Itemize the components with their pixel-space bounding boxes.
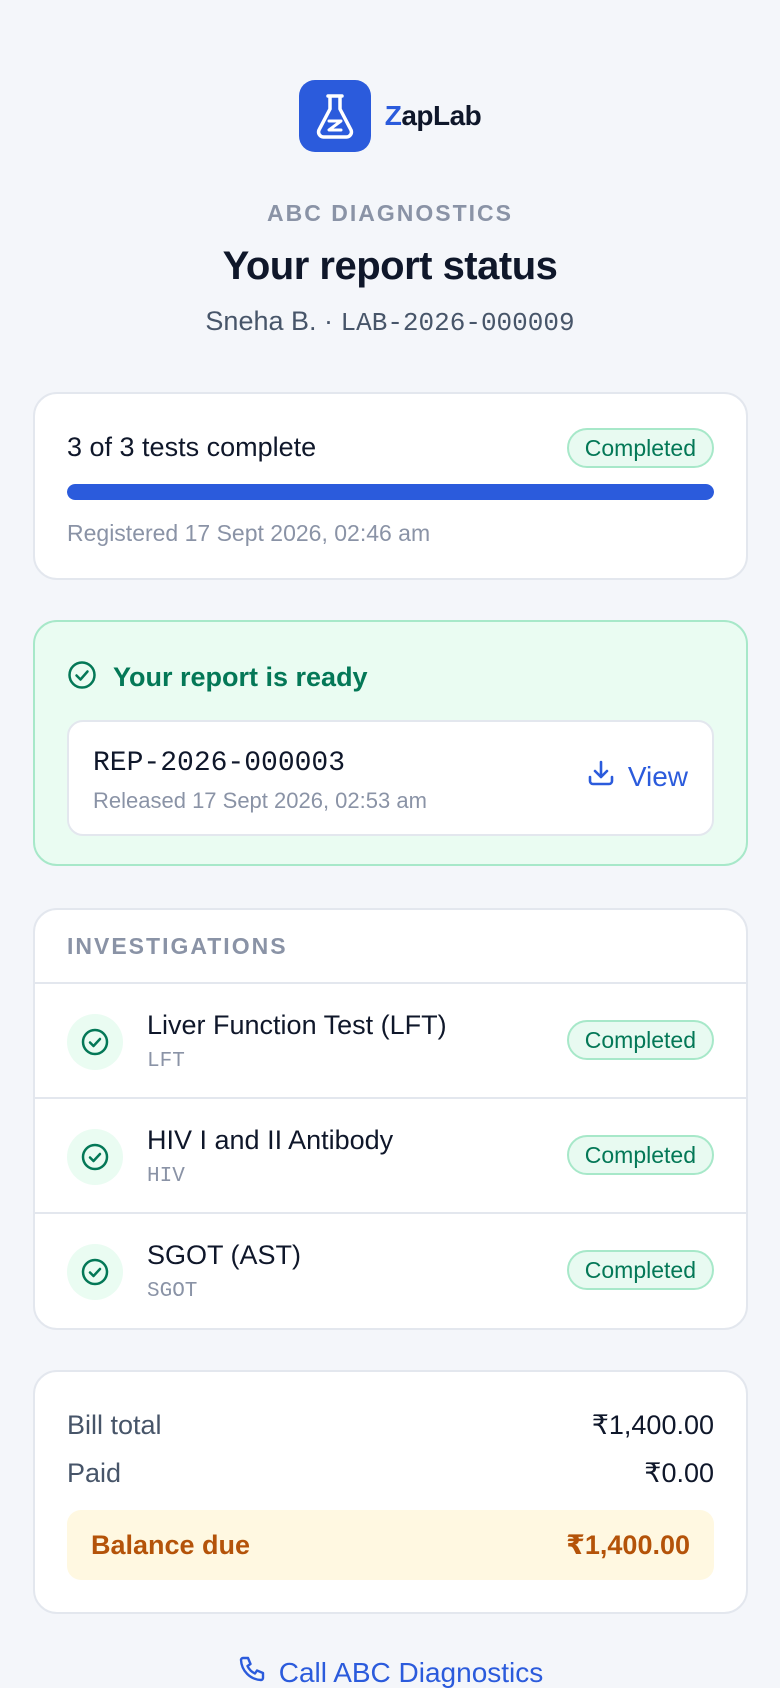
bill-paid-value: ₹0.00 — [644, 1458, 714, 1488]
report-id: REP-2026-000003 — [93, 748, 346, 779]
check-circle-icon — [67, 1129, 123, 1185]
brand-name: ZapLab — [384, 100, 482, 131]
registered-date: Registered 17 Sept 2026, 02:46 am — [67, 520, 431, 546]
status-badge: Completed — [566, 1250, 714, 1290]
progress-fill — [67, 484, 714, 500]
progress-card: 3 of 3 tests complete Completed Register… — [33, 392, 748, 580]
balance-due-value: ₹1,400.00 — [566, 1529, 690, 1560]
report-ready-card: Your report is ready REP-2026-000003 Rel… — [33, 620, 748, 866]
brand: ZapLab — [0, 80, 780, 152]
download-icon — [586, 758, 616, 795]
lab-name: ABC DIAGNOSTICS — [267, 200, 513, 226]
balance-due-label: Balance due — [91, 1529, 251, 1560]
report-ready-header: Your report is ready — [67, 660, 368, 695]
lab-id: LAB-2026-000009 — [340, 308, 575, 338]
flask-icon — [298, 80, 371, 152]
report-item: REP-2026-000003 Released 17 Sept 2026, 0… — [67, 720, 714, 836]
report-ready-title: Your report is ready — [113, 662, 368, 692]
investigation-row: SGOT (AST) SGOT Completed — [35, 1214, 746, 1328]
investigation-code: LFT — [147, 1050, 185, 1073]
bill-total-value: ₹1,400.00 — [591, 1410, 714, 1440]
status-badge: Completed — [566, 1020, 714, 1060]
investigation-name: SGOT (AST) — [147, 1240, 302, 1270]
investigation-row: Liver Function Test (LFT) LFT Completed — [35, 984, 746, 1099]
investigations-card: INVESTIGATIONS Liver Function Test (LFT)… — [33, 908, 748, 1330]
check-circle-icon — [67, 1244, 123, 1300]
bill-paid-label: Paid — [67, 1458, 122, 1488]
phone-icon — [237, 1654, 267, 1688]
progress-summary: 3 of 3 tests complete — [67, 432, 317, 462]
balance-due-row: Balance due ₹1,400.00 — [67, 1510, 714, 1580]
call-label: Call ABC Diagnostics — [278, 1656, 544, 1688]
report-status-page: ZapLab ABC DIAGNOSTICS Your report statu… — [0, 0, 780, 1688]
status-badge: Completed — [566, 428, 714, 468]
investigation-code: HIV — [147, 1165, 185, 1188]
patient-name: Sneha B. — [205, 306, 317, 336]
check-circle-icon — [67, 1014, 123, 1070]
page-title: Your report status — [222, 244, 558, 288]
investigation-name: HIV I and II Antibody — [147, 1125, 394, 1155]
bill-paid-row: Paid ₹0.00 — [67, 1458, 714, 1489]
check-circle-icon — [67, 660, 97, 695]
view-label: View — [627, 760, 688, 792]
investigations-heading: INVESTIGATIONS — [35, 910, 746, 984]
progress-bar — [67, 484, 714, 500]
bill-total-row: Bill total ₹1,400.00 — [67, 1410, 714, 1441]
status-badge: Completed — [566, 1135, 714, 1175]
report-released-date: Released 17 Sept 2026, 02:53 am — [93, 788, 427, 813]
investigation-name: Liver Function Test (LFT) — [147, 1010, 447, 1040]
investigation-code: SGOT — [147, 1280, 198, 1303]
patient-line: Sneha B. · LAB-2026-000009 — [0, 306, 780, 338]
bill-total-label: Bill total — [67, 1410, 162, 1440]
bill-card: Bill total ₹1,400.00 Paid ₹0.00 Balance … — [33, 1370, 748, 1614]
call-lab-button[interactable]: Call ABC Diagnostics — [0, 1654, 780, 1688]
view-report-button[interactable]: View — [586, 758, 688, 795]
investigation-row: HIV I and II Antibody HIV Completed — [35, 1099, 746, 1214]
separator: · — [316, 306, 341, 336]
